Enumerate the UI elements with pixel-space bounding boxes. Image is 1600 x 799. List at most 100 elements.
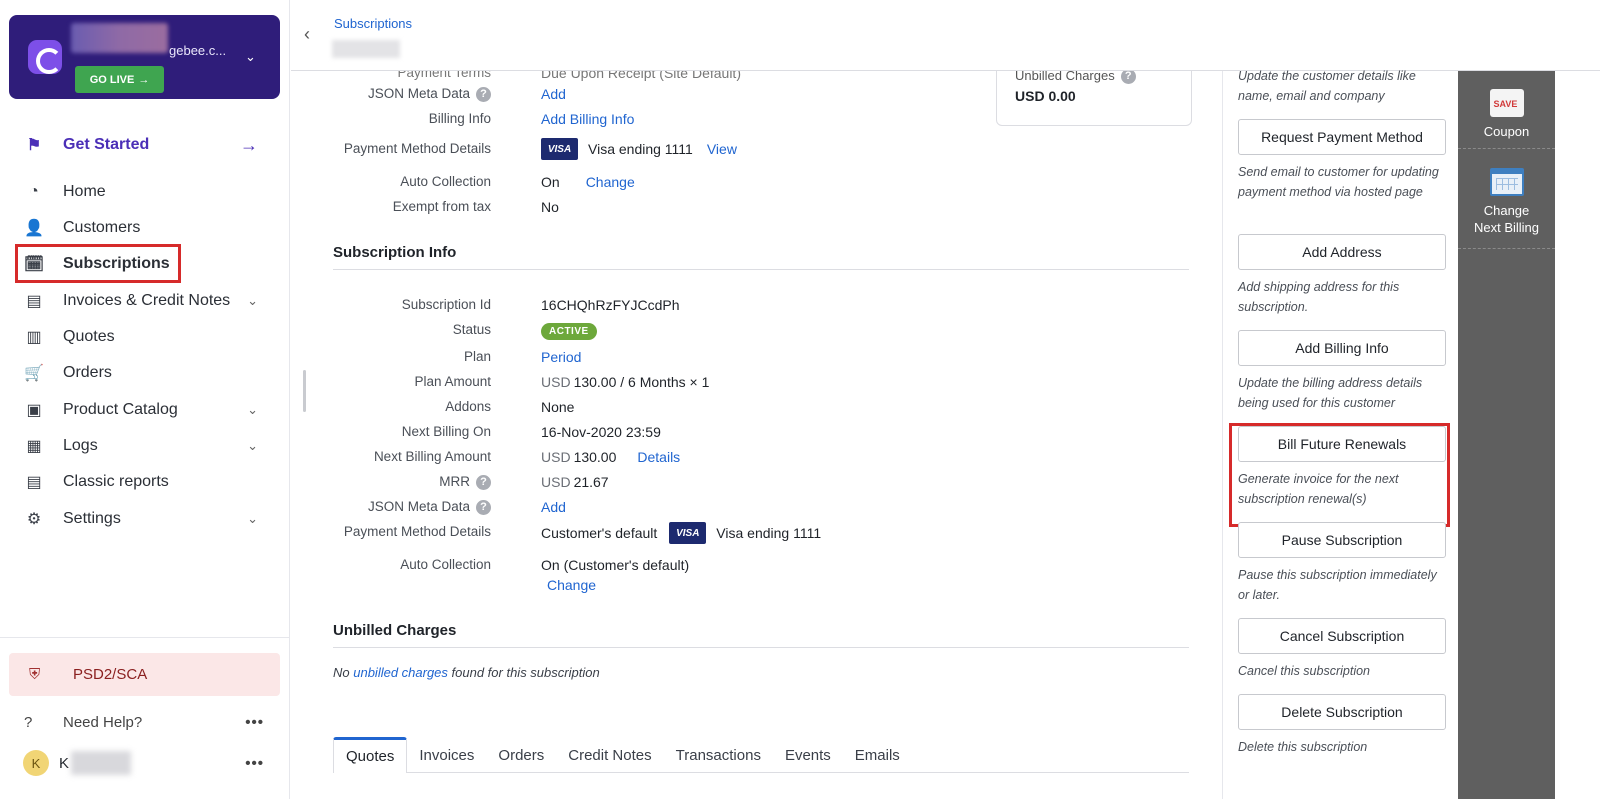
- nav-logs-label: Logs: [63, 437, 98, 454]
- visa-card-icon: VISA: [669, 522, 707, 544]
- nav-quotes[interactable]: ▥ Quotes: [18, 320, 280, 354]
- nav-get-started-label: Get Started: [63, 136, 150, 153]
- add-json-meta-link[interactable]: Add: [541, 86, 566, 102]
- nav-customers[interactable]: 👤 Customers: [18, 211, 280, 245]
- plan-amount-label: Plan Amount: [414, 374, 491, 389]
- tab-emails[interactable]: Emails: [843, 737, 912, 773]
- action-description: Delete this subscription: [1238, 740, 1368, 754]
- tab-transactions[interactable]: Transactions: [664, 737, 773, 773]
- view-payment-link[interactable]: View: [707, 141, 737, 157]
- sidebar: gebee.c... GO LIVE → ⌄ ⚑ Get Started → ◔ …: [0, 0, 290, 799]
- add-billing-info-link[interactable]: Add Billing Info: [541, 111, 634, 127]
- change-sub-auto-collection-link[interactable]: Change: [547, 577, 596, 593]
- next-billing-on-label: Next Billing On: [401, 424, 491, 439]
- visa-card-icon: VISA: [541, 138, 578, 160]
- more-icon[interactable]: •••: [245, 755, 264, 772]
- action-description: Update the billing address details being…: [1238, 376, 1423, 410]
- back-chevron-icon[interactable]: ‹: [304, 24, 310, 45]
- tab-events[interactable]: Events: [773, 737, 843, 773]
- subscription-id-label: Subscription Id: [401, 297, 491, 312]
- nav-subscriptions[interactable]: 🗓 Subscriptions: [18, 247, 280, 281]
- card-description: Visa ending 1111: [716, 525, 822, 541]
- nav-classic-reports[interactable]: ▤ Classic reports: [18, 465, 280, 499]
- site-name: gebee.c...: [169, 43, 227, 58]
- nav-product-catalog[interactable]: ▣ Product Catalog ⌄: [18, 393, 280, 427]
- nav-orders[interactable]: 🛒 Orders: [18, 356, 280, 390]
- invoice-icon: ▤: [26, 293, 42, 310]
- divider: [333, 269, 1189, 270]
- next-billing-on-value: 16-Nov-2020 23:59: [541, 424, 661, 440]
- divider: [1458, 248, 1555, 249]
- need-help-label: Need Help?: [63, 713, 143, 731]
- breadcrumb[interactable]: Subscriptions: [334, 16, 412, 31]
- auto-collection-row: Auto Collection On Change: [291, 174, 1191, 196]
- sub-payment-method-label: Payment Method Details: [343, 524, 491, 539]
- action-description: Pause this subscription immediately or l…: [1238, 568, 1437, 602]
- avatar: K: [23, 750, 49, 776]
- nav-logs[interactable]: ▦ Logs ⌄: [18, 429, 280, 463]
- user-name: K: [59, 754, 70, 772]
- coupon-label: Coupon: [1483, 124, 1530, 139]
- nav-home-label: Home: [63, 183, 106, 200]
- payment-terms-label: Payment Terms: [397, 71, 491, 80]
- site-switcher[interactable]: gebee.c... GO LIVE → ⌄: [9, 15, 280, 99]
- details-link[interactable]: Details: [637, 449, 680, 465]
- nav-quotes-label: Quotes: [63, 328, 115, 345]
- sub-auto-collection-label: Auto Collection: [400, 557, 491, 572]
- nav-settings[interactable]: ⚙ Settings ⌄: [18, 502, 280, 536]
- plan-link[interactable]: Period: [541, 349, 581, 365]
- go-live-button[interactable]: GO LIVE →: [75, 66, 164, 93]
- change-next-billing-label: Change Next Billing: [1473, 203, 1540, 235]
- add-billing-info-button[interactable]: Add Billing Info: [1238, 330, 1446, 366]
- status-row: Status ACTIVE: [291, 322, 1191, 344]
- user-menu[interactable]: K K •••: [18, 748, 280, 778]
- more-icon[interactable]: •••: [245, 714, 264, 731]
- change-auto-collection-link[interactable]: Change: [586, 174, 635, 190]
- nav-home[interactable]: ◔ Home: [18, 175, 280, 209]
- subscription-id-value: 16CHQhRzFYJCcdPh: [541, 297, 680, 313]
- unbilled-charges-link[interactable]: unbilled charges: [353, 665, 448, 680]
- request-payment-method-button[interactable]: Request Payment Method: [1238, 119, 1446, 155]
- help-icon: ?: [24, 713, 33, 731]
- tab-credit-notes[interactable]: Credit Notes: [556, 737, 663, 773]
- gear-icon: ⚙: [26, 511, 42, 528]
- change-next-billing-tool[interactable]: Change Next Billing: [1458, 168, 1555, 236]
- action-description: Generate invoice for the next subscripti…: [1238, 472, 1399, 506]
- delete-subscription-button[interactable]: Delete Subscription: [1238, 694, 1446, 730]
- add-sub-json-meta-link[interactable]: Add: [541, 499, 566, 515]
- json-meta-label: JSON Meta Data?: [291, 86, 491, 102]
- psd2-sca-link[interactable]: ⛨ PSD2/SCA: [9, 653, 280, 696]
- mrr-label: MRR?: [291, 474, 491, 490]
- payment-terms-row: Payment Terms Due Upon Receipt (Site Def…: [291, 71, 1191, 87]
- related-tabs: Quotes Invoices Orders Credit Notes Tran…: [333, 737, 1189, 773]
- action-description: Update the customer details like name, e…: [1238, 69, 1416, 103]
- chargebee-logo-icon: [28, 40, 62, 74]
- need-help-link[interactable]: ? Need Help? •••: [18, 706, 280, 738]
- chevron-down-icon[interactable]: ⌄: [245, 49, 256, 65]
- nav-invoices[interactable]: ▤ Invoices & Credit Notes ⌄: [18, 284, 280, 318]
- add-address-button[interactable]: Add Address: [1238, 234, 1446, 270]
- calendar-icon: [1489, 168, 1524, 196]
- coupon-tool[interactable]: Coupon: [1458, 89, 1555, 140]
- bill-future-renewals-button[interactable]: Bill Future Renewals: [1238, 426, 1446, 462]
- tab-orders[interactable]: Orders: [486, 737, 556, 773]
- sub-auto-collection-change-row: Change: [291, 577, 1191, 599]
- cancel-subscription-button[interactable]: Cancel Subscription: [1238, 618, 1446, 654]
- sub-json-meta-label: JSON Meta Data?: [291, 499, 491, 515]
- next-billing-amount-value: 130.00: [573, 449, 617, 465]
- reports-icon: ▤: [26, 474, 42, 491]
- plan-row: Plan Period: [291, 349, 1191, 371]
- subscriptions-icon: 🗓: [23, 256, 45, 273]
- nav-get-started[interactable]: ⚑ Get Started →: [18, 128, 280, 162]
- shield-icon: ⛨: [29, 666, 41, 683]
- nav-customers-label: Customers: [63, 219, 141, 236]
- pause-subscription-button[interactable]: Pause Subscription: [1238, 522, 1446, 558]
- tab-invoices[interactable]: Invoices: [407, 737, 486, 773]
- chevron-down-icon: ⌄: [247, 293, 258, 308]
- exempt-tax-label: Exempt from tax: [392, 199, 491, 214]
- divider: [333, 647, 1189, 648]
- addons-label: Addons: [445, 399, 491, 414]
- action-description: Cancel this subscription: [1238, 664, 1371, 678]
- redacted-site-name: [71, 23, 168, 53]
- tab-quotes[interactable]: Quotes: [333, 737, 408, 773]
